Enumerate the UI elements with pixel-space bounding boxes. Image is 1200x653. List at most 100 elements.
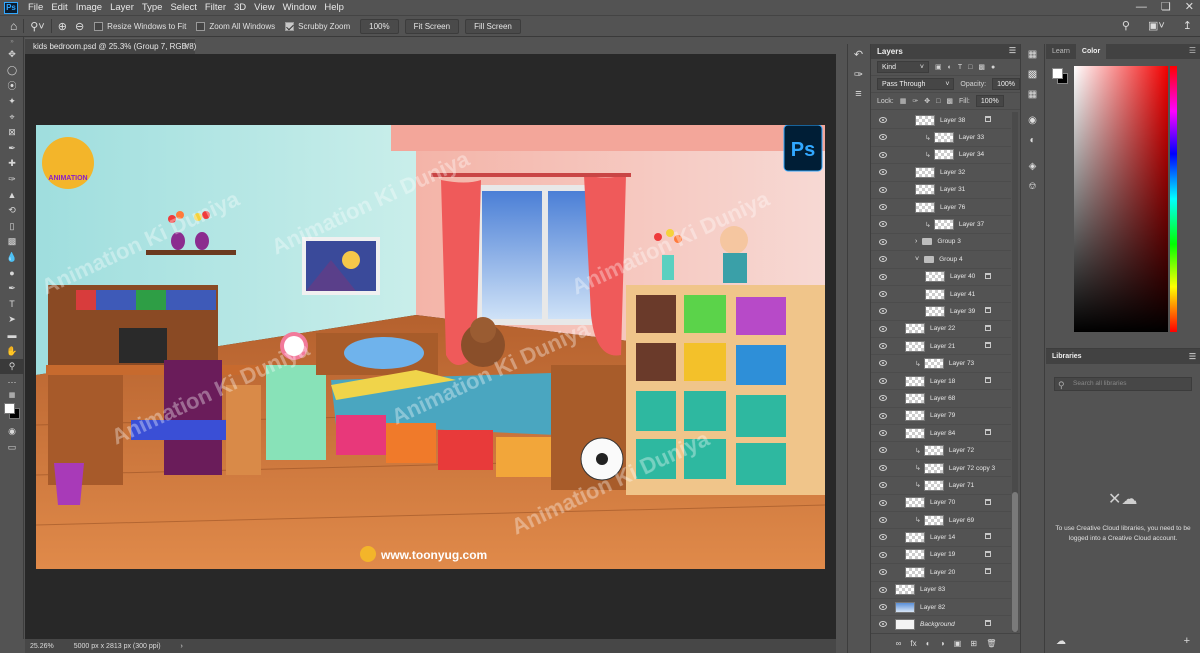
layer-row[interactable]: ↳ Layer 72 bbox=[871, 442, 1011, 460]
lock-artboard-icon[interactable]: □ bbox=[936, 98, 940, 105]
default-colors-icon[interactable]: ▦ bbox=[0, 390, 24, 400]
crop-tool-icon[interactable]: ⌖ bbox=[0, 109, 24, 125]
layer-row[interactable]: Layer 68 bbox=[871, 390, 1011, 408]
visibility-eye-icon[interactable] bbox=[879, 203, 887, 210]
close-icon[interactable]: ✕ bbox=[1185, 0, 1194, 14]
foreground-color-swatch[interactable] bbox=[4, 403, 15, 415]
layer-row[interactable]: Layer 21 bbox=[871, 338, 1011, 356]
blur-tool-icon[interactable]: 💧 bbox=[0, 250, 24, 266]
menu-select[interactable]: Select bbox=[166, 2, 200, 13]
visibility-eye-icon[interactable] bbox=[879, 482, 887, 489]
healing-brush-tool-icon[interactable]: ✚ bbox=[0, 156, 24, 172]
type-tool-icon[interactable]: T bbox=[0, 297, 24, 313]
color-field[interactable] bbox=[1074, 66, 1168, 332]
brush-settings-icon[interactable]: ✑ bbox=[848, 64, 869, 84]
visibility-eye-icon[interactable] bbox=[879, 256, 887, 263]
zoom-in-icon[interactable]: ⊕ bbox=[58, 20, 67, 33]
libraries-tab[interactable]: Libraries ☰ bbox=[1046, 349, 1200, 364]
dodge-tool-icon[interactable]: ● bbox=[0, 265, 24, 281]
swatches-icon[interactable]: ▦ bbox=[1021, 44, 1044, 64]
visibility-eye-icon[interactable] bbox=[879, 186, 887, 193]
layer-row[interactable]: Layer 40 bbox=[871, 269, 1011, 286]
visibility-eye-icon[interactable] bbox=[879, 464, 887, 471]
layer-row[interactable]: ↳ Layer 69 bbox=[871, 512, 1011, 530]
path-selection-tool-icon[interactable]: ➤ bbox=[0, 312, 24, 328]
panel-menu-icon[interactable]: ☰ bbox=[1009, 46, 1016, 55]
layer-row[interactable]: ↳ Layer 71 bbox=[871, 477, 1011, 495]
eyedropper-tool-icon[interactable]: ✒ bbox=[0, 141, 24, 157]
layer-row[interactable]: Layer 31 bbox=[871, 182, 1011, 199]
maximize-icon[interactable]: ❏ bbox=[1161, 0, 1171, 14]
visibility-eye-icon[interactable] bbox=[879, 551, 887, 558]
layer-row[interactable]: Layer 70 bbox=[871, 495, 1011, 512]
layer-row[interactable]: › Group 3 bbox=[871, 234, 1011, 252]
status-arrow-icon[interactable]: › bbox=[181, 643, 183, 650]
visibility-eye-icon[interactable] bbox=[879, 151, 887, 158]
menu-edit[interactable]: Edit bbox=[47, 2, 71, 13]
visibility-eye-icon[interactable] bbox=[879, 603, 887, 610]
visibility-eye-icon[interactable] bbox=[879, 569, 887, 576]
fit-screen-button[interactable]: Fit Screen bbox=[404, 18, 460, 34]
visibility-eye-icon[interactable] bbox=[879, 377, 887, 384]
layer-row[interactable]: Layer 22 bbox=[871, 321, 1011, 339]
hand-tool-icon[interactable]: ✋ bbox=[0, 343, 24, 359]
brush-tool-icon[interactable]: ✑ bbox=[0, 172, 24, 188]
magic-wand-tool-icon[interactable]: ✦ bbox=[0, 94, 24, 110]
visibility-eye-icon[interactable] bbox=[879, 360, 887, 367]
zoom-100-button[interactable]: 100% bbox=[360, 18, 399, 34]
filter-pixel-icon[interactable]: ▣ bbox=[935, 63, 942, 71]
menu-view[interactable]: View bbox=[250, 2, 278, 13]
visibility-eye-icon[interactable] bbox=[879, 343, 887, 350]
document-canvas-area[interactable]: ANIMATION Ps Animation Ki Duniya Animati… bbox=[25, 54, 836, 639]
zoom-tool-preset-icon[interactable]: ⚲˅ bbox=[30, 20, 44, 33]
minimize-icon[interactable]: — bbox=[1136, 0, 1147, 14]
layer-row[interactable]: Layer 38 bbox=[871, 112, 1011, 130]
visibility-eye-icon[interactable] bbox=[879, 586, 887, 593]
layer-row[interactable]: Layer 20 bbox=[871, 564, 1011, 582]
layer-mask-icon[interactable]: ◐ bbox=[926, 639, 931, 648]
eraser-tool-icon[interactable]: ▯ bbox=[0, 219, 24, 235]
color-tab[interactable]: Color bbox=[1075, 44, 1107, 59]
zoom-out-icon[interactable]: ⊖ bbox=[75, 20, 84, 33]
menu-3d[interactable]: 3D bbox=[230, 2, 250, 13]
learn-tab[interactable]: Learn bbox=[1046, 44, 1076, 59]
menu-type[interactable]: Type bbox=[138, 2, 167, 13]
kind-filter-dropdown[interactable]: Kind ˅ bbox=[877, 61, 929, 73]
group-expand-icon[interactable]: › bbox=[915, 238, 917, 245]
clone-stamp-tool-icon[interactable]: ▲ bbox=[0, 187, 24, 203]
new-group-icon[interactable]: ▣ bbox=[954, 639, 962, 648]
channels-icon[interactable]: ◈ bbox=[1021, 156, 1044, 176]
lock-image-icon[interactable]: ✑ bbox=[912, 97, 918, 105]
visibility-eye-icon[interactable] bbox=[879, 412, 887, 419]
layer-style-icon[interactable]: fx bbox=[910, 639, 916, 648]
layer-row[interactable]: ↳ Layer 72 copy 3 bbox=[871, 460, 1011, 478]
gradients-icon[interactable]: ▩ bbox=[1021, 64, 1044, 84]
search-icon[interactable]: ⚲ bbox=[1122, 19, 1130, 32]
tools-collapse-icon[interactable]: » bbox=[0, 37, 24, 47]
new-layer-icon[interactable]: ⊞ bbox=[970, 639, 977, 648]
menu-filter[interactable]: Filter bbox=[201, 2, 230, 13]
visibility-eye-icon[interactable] bbox=[879, 447, 887, 454]
visibility-eye-icon[interactable] bbox=[879, 308, 887, 315]
color-foreground-swatch[interactable] bbox=[1052, 68, 1063, 79]
libraries-search-input[interactable]: Search all libraries bbox=[1054, 377, 1192, 391]
fill-screen-button[interactable]: Fill Screen bbox=[465, 18, 521, 34]
layer-row[interactable]: Layer 83 bbox=[871, 582, 1011, 599]
visibility-eye-icon[interactable] bbox=[879, 290, 887, 297]
lock-transparent-icon[interactable]: ▦ bbox=[900, 97, 907, 105]
zoom-tool-icon[interactable]: ⚲ bbox=[0, 358, 24, 375]
quick-mask-icon[interactable]: ◉ bbox=[0, 424, 24, 440]
layer-row[interactable]: Layer 41 bbox=[871, 286, 1011, 304]
layer-row[interactable]: Layer 39 bbox=[871, 303, 1011, 321]
delete-layer-icon[interactable]: 🗑 bbox=[986, 639, 996, 648]
visibility-eye-icon[interactable] bbox=[879, 169, 887, 176]
color-panel-menu-icon[interactable]: ☰ bbox=[1189, 46, 1196, 55]
filter-type-icon[interactable]: T bbox=[958, 64, 962, 71]
pen-tool-icon[interactable]: ✒ bbox=[0, 281, 24, 297]
filter-shape-icon[interactable]: □ bbox=[968, 64, 972, 71]
opacity-field[interactable]: 100% bbox=[992, 78, 1020, 90]
rectangle-tool-icon[interactable]: ▬ bbox=[0, 328, 24, 344]
lock-all-icon[interactable]: ▩ bbox=[946, 97, 953, 105]
layer-row[interactable]: Layer 32 bbox=[871, 164, 1011, 182]
layer-row[interactable]: ↳ Layer 73 bbox=[871, 355, 1011, 373]
